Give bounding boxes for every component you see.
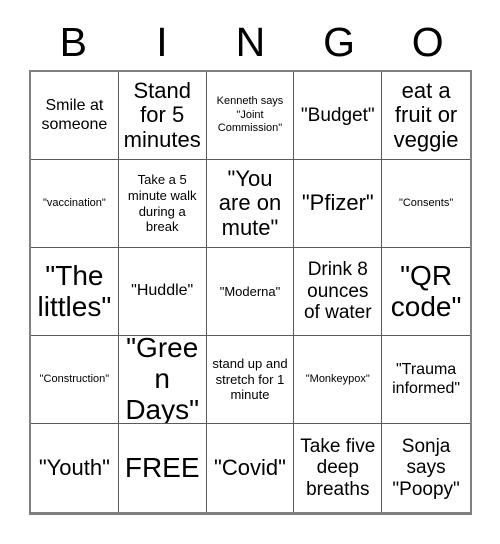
header-letter-g: G: [323, 18, 356, 65]
bingo-cell-label: Sonja says "Poopy": [392, 435, 460, 500]
bingo-header: B I N G O: [29, 14, 472, 70]
bingo-cell-b1[interactable]: Smile at someone: [31, 72, 119, 160]
header-letter-b: B: [59, 18, 87, 65]
bingo-cell-label: "vaccination": [42, 196, 106, 209]
bingo-cell-label: "Moderna": [219, 283, 281, 299]
header-letter-n: N: [235, 18, 266, 65]
bingo-cell-g1[interactable]: "Budget": [294, 72, 383, 160]
bingo-cell-b4[interactable]: "Construction": [31, 336, 119, 424]
bingo-cell-i2[interactable]: Take a 5 minute walk during a break: [118, 160, 207, 248]
header-letter-i: I: [156, 18, 168, 65]
bingo-cell-g4[interactable]: "Monkeypox": [294, 336, 383, 424]
bingo-cell-label: stand up and stretch for 1 minute: [212, 356, 288, 403]
bingo-cell-g5[interactable]: Take five deep breaths: [294, 424, 383, 512]
bingo-cell-label: Kenneth says "Joint Commission": [216, 95, 284, 135]
bingo-cell-o4[interactable]: "Trauma informed": [382, 336, 470, 424]
bingo-card: B I N G O Smile at someone Stand for 5 m…: [0, 0, 500, 544]
bingo-cell-i4[interactable]: "Green Days": [118, 336, 207, 424]
bingo-cell-n5[interactable]: "Covid": [206, 424, 295, 512]
bingo-cell-i1[interactable]: Stand for 5 minutes: [118, 72, 207, 160]
bingo-cell-i3[interactable]: "Huddle": [118, 248, 207, 336]
bingo-cell-label: eat a fruit or veggie: [393, 77, 459, 152]
bingo-grid: Smile at someone Stand for 5 minutes Ken…: [29, 70, 472, 515]
bingo-cell-label: "Construction": [39, 372, 110, 385]
bingo-cell-label: "Huddle": [131, 282, 194, 300]
bingo-cell-label: Stand for 5 minutes: [123, 77, 201, 152]
bingo-cell-label: Take a 5 minute walk during a break: [127, 172, 197, 235]
bingo-cell-label: Drink 8 ounces of water: [303, 259, 372, 324]
bingo-cell-o5[interactable]: Sonja says "Poopy": [382, 424, 470, 512]
bingo-cell-label: "Budget": [300, 104, 375, 126]
header-letter-o: O: [411, 18, 444, 65]
bingo-cell-b2[interactable]: "vaccination": [31, 160, 119, 248]
bingo-cell-label: "Trauma informed": [392, 360, 461, 397]
bingo-cell-b5[interactable]: "Youth": [31, 424, 119, 512]
bingo-cell-label: "QR code": [390, 259, 462, 322]
bingo-cell-label: "Youth": [38, 454, 110, 480]
bingo-cell-label: FREE: [124, 451, 200, 483]
bingo-cell-b3[interactable]: "The littles": [31, 248, 119, 336]
bingo-cell-label: Smile at someone: [41, 96, 108, 133]
bingo-cell-label: "The littles": [37, 259, 112, 322]
bingo-cell-o2[interactable]: "Consents": [382, 160, 470, 248]
bingo-cell-label: "Green Days": [125, 336, 200, 424]
bingo-cell-n2[interactable]: "You are on mute": [206, 160, 295, 248]
bingo-cell-o1[interactable]: eat a fruit or veggie: [382, 72, 470, 160]
bingo-cell-g2[interactable]: "Pfizer": [294, 160, 383, 248]
bingo-cell-label: "Monkeypox": [305, 372, 370, 385]
bingo-cell-n3[interactable]: "Moderna": [206, 248, 295, 336]
bingo-cell-label: "You are on mute": [218, 165, 282, 240]
bingo-cell-label: "Covid": [214, 454, 286, 480]
bingo-cell-n1[interactable]: Kenneth says "Joint Commission": [206, 72, 295, 160]
bingo-cell-o3[interactable]: "QR code": [382, 248, 470, 336]
bingo-cell-label: Take five deep breaths: [300, 435, 376, 500]
bingo-cell-label: "Pfizer": [301, 190, 374, 216]
bingo-cell-i5-free[interactable]: FREE: [118, 424, 207, 512]
bingo-cell-g3[interactable]: Drink 8 ounces of water: [294, 248, 383, 336]
bingo-cell-n4[interactable]: stand up and stretch for 1 minute: [206, 336, 295, 424]
bingo-cell-label: "Consents": [398, 196, 454, 209]
